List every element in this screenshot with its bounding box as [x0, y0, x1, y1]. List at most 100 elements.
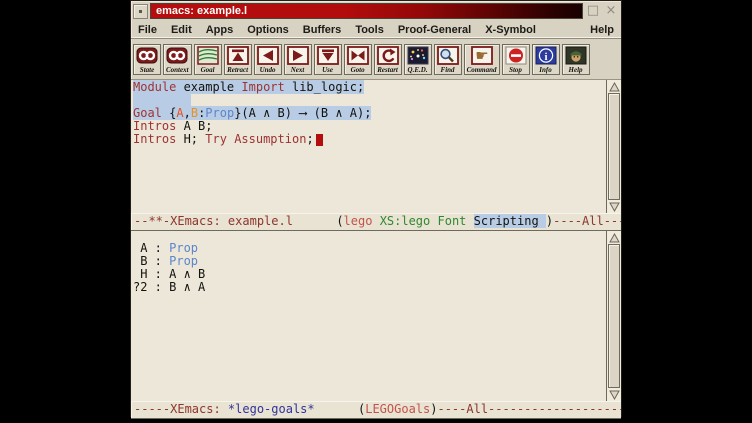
text-segment: H : A ∧ B: [133, 267, 205, 281]
text-segment: XS:lego: [380, 214, 431, 228]
text-segment: LEGOGoals: [365, 402, 430, 416]
text-segment: [133, 93, 191, 107]
undo-icon: [257, 46, 279, 65]
toolbar-button-label: Retract: [227, 66, 248, 74]
menu-bar: File Edit Apps Options Buffers Tools Proof-Gen…: [131, 21, 621, 39]
text-segment: [293, 214, 336, 228]
window-title: emacs: example.l: [150, 3, 583, 19]
menu-apps[interactable]: Apps: [206, 24, 234, 36]
text-segment: [466, 214, 473, 228]
text-segment: [372, 214, 379, 228]
eyes-icon: [136, 46, 158, 65]
goals-mode-line[interactable]: -----XEmacs: *lego-goals* (LEGOGoals)---…: [131, 401, 621, 419]
toolbar-button-label: Help: [569, 66, 583, 74]
toolbar-button-next[interactable]: Next: [284, 44, 312, 75]
toolbar-button-context[interactable]: Context: [163, 44, 192, 75]
text-segment: B :: [133, 254, 169, 268]
toolbar-button-command[interactable]: ☛ Command: [464, 44, 500, 75]
goals-scrollbar[interactable]: [606, 231, 621, 401]
toolbar-button-undo[interactable]: Undo: [254, 44, 282, 75]
toolbar-button-restart[interactable]: Restart: [374, 44, 402, 75]
window-menu-button[interactable]: [133, 4, 148, 19]
toolbar-button-retract[interactable]: Retract: [224, 44, 252, 75]
toolbar-button-goal[interactable]: Goal: [194, 44, 222, 75]
toolbar-button-qed[interactable]: Q.E.D.: [404, 44, 432, 75]
text-segment: Intros: [133, 132, 176, 146]
toolbar-button-label: Next: [291, 66, 305, 74]
scroll-up-icon[interactable]: [608, 232, 620, 243]
text-segment: H;: [176, 132, 205, 146]
toolbar-button-goto[interactable]: Goto: [344, 44, 372, 75]
menu-options[interactable]: Options: [247, 24, 289, 36]
svg-text:☛: ☛: [475, 46, 488, 64]
text-cursor: [316, 134, 323, 146]
text-segment: Prop: [169, 241, 198, 255]
menu-help[interactable]: Help: [590, 24, 614, 36]
help-icon: [565, 46, 587, 65]
toolbar-button-label: Use: [322, 66, 333, 74]
toolbar-button-label: Q.E.D.: [408, 66, 428, 74]
script-mode-line[interactable]: --**-XEmacs: example.l (lego XS:lego Fon…: [131, 213, 621, 231]
toolbar-button-label: Info: [539, 66, 551, 74]
text-segment: Intros: [133, 119, 176, 133]
scroll-up-icon[interactable]: [608, 81, 620, 92]
toolbar-button-label: Find: [441, 66, 455, 74]
scrollbar-thumb[interactable]: [608, 244, 620, 388]
xemacs-window: emacs: example.l □ × File Edit Apps Options…: [130, 0, 622, 417]
menu-file[interactable]: File: [138, 24, 157, 36]
toolbar-button-use[interactable]: Use: [314, 44, 342, 75]
toolbar-button-info[interactable]: iInfo: [532, 44, 560, 75]
text-segment: --**-XEmacs: example.l: [134, 214, 293, 228]
toolbar: State Context Goal Retract Undo Next Use Goto Re…: [131, 39, 621, 80]
text-segment: ?2 : B ∧ A: [133, 280, 205, 294]
text-segment: }(A ∧ B) ⟶ (B ∧ A);: [234, 106, 371, 120]
qed-icon: [407, 46, 429, 65]
text-segment: A B;: [176, 119, 212, 133]
scrollbar-thumb[interactable]: [608, 93, 620, 200]
find-icon: [437, 46, 459, 65]
restart-icon: [377, 46, 399, 65]
script-buffer-window: Module example Import lib_logic; Goal {A…: [131, 80, 621, 213]
text-segment: Import: [241, 80, 284, 94]
text-segment: Goal: [133, 106, 162, 120]
title-bar[interactable]: emacs: example.l □ ×: [131, 1, 621, 21]
text-segment: Font: [438, 214, 467, 228]
text-segment: [315, 402, 358, 416]
toolbar-button-label: State: [140, 66, 154, 74]
script-buffer-text[interactable]: Module example Import lib_logic; Goal {A…: [131, 80, 606, 213]
text-segment: Prop: [205, 106, 234, 120]
text-segment: A :: [133, 241, 169, 255]
buffer-line: A : Prop: [133, 242, 606, 255]
toolbar-button-label: Goal: [201, 66, 215, 74]
menu-proof-general[interactable]: Proof-General: [398, 24, 471, 36]
toolbar-button-label: Goto: [351, 66, 365, 74]
toolbar-button-help[interactable]: Help: [562, 44, 590, 75]
scroll-down-icon[interactable]: [608, 389, 620, 400]
window-menu-dot-icon: [139, 10, 142, 13]
menu-tools[interactable]: Tools: [355, 24, 384, 36]
buffer-line: ?2 : B ∧ A: [133, 281, 606, 294]
text-segment: Scripting: [474, 214, 546, 228]
goto-icon: [347, 46, 369, 65]
text-segment: Module: [133, 80, 176, 94]
text-segment: ----All------------------------: [437, 402, 621, 416]
close-button[interactable]: ×: [603, 4, 619, 18]
menu-buffers[interactable]: Buffers: [303, 24, 342, 36]
text-segment: Prop: [169, 254, 198, 268]
command-icon: ☛: [471, 46, 493, 65]
toolbar-button-find[interactable]: Find: [434, 44, 462, 75]
toolbar-button-label: Command: [467, 66, 497, 74]
menu-edit[interactable]: Edit: [171, 24, 192, 36]
menu-x-symbol[interactable]: X-Symbol: [485, 24, 536, 36]
text-segment: B: [191, 106, 198, 120]
goals-buffer-text[interactable]: A : Prop B : Prop H : A ∧ B?2 : B ∧ A: [131, 231, 606, 401]
scroll-down-icon[interactable]: [608, 201, 620, 212]
maximize-button[interactable]: □: [585, 4, 601, 18]
text-segment: -----XEmacs:: [134, 402, 228, 416]
text-segment: {: [162, 106, 176, 120]
toolbar-button-state[interactable]: State: [133, 44, 161, 75]
script-scrollbar[interactable]: [606, 80, 621, 213]
toolbar-button-stop[interactable]: Stop: [502, 44, 530, 75]
goals-buffer-window: A : Prop B : Prop H : A ∧ B?2 : B ∧ A: [131, 231, 621, 401]
text-segment: ;: [306, 132, 313, 146]
